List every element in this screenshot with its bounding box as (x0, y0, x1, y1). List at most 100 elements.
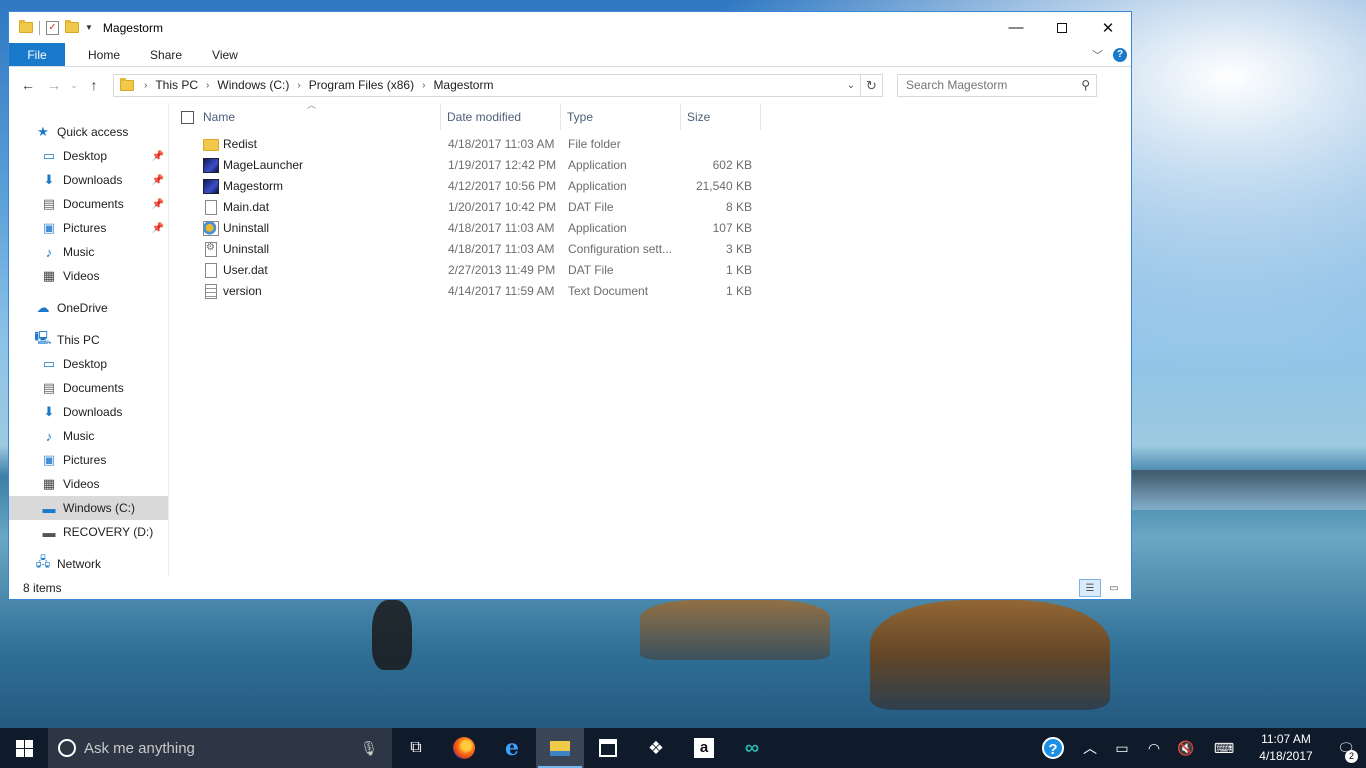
minimize-button[interactable]: — (993, 12, 1039, 43)
file-row[interactable]: User.dat 2/27/2013 11:49 PM DAT File 1 K… (169, 260, 1131, 281)
address-row: ← → ⌄ ↑ › This PC › Windows (C:) › Progr… (9, 67, 1131, 103)
taskbar-firefox[interactable] (440, 728, 488, 768)
select-all-checkbox[interactable] (181, 111, 194, 124)
pin-icon[interactable]: 📌 (152, 199, 164, 210)
title-bar[interactable]: ✓ ▼ Magestorm — ✕ (9, 12, 1131, 43)
nav-quick-access[interactable]: ★ Quick access (9, 120, 168, 144)
pin-icon[interactable]: 📌 (152, 223, 164, 234)
recent-locations-button[interactable]: ⌄ (67, 80, 81, 91)
pin-icon[interactable]: 📌 (152, 151, 164, 162)
firefox-icon (453, 737, 475, 759)
nav-quick-music[interactable]: ♪ Music (9, 240, 168, 264)
forward-button[interactable]: → (41, 77, 67, 93)
nav-quick-documents[interactable]: ▤ Documents 📌 (9, 192, 168, 216)
file-row[interactable]: Uninstall 4/18/2017 11:03 AM Application… (169, 218, 1131, 239)
breadcrumb-separator[interactable]: › (297, 80, 300, 91)
tab-view[interactable]: View (197, 43, 253, 66)
search-icon[interactable]: ⚲ (1081, 78, 1090, 92)
nav-network[interactable]: 🖧 Network (9, 552, 168, 576)
volume-muted-icon[interactable]: 🔇 (1170, 740, 1202, 757)
task-view-button[interactable]: ⧉ (392, 728, 440, 768)
nav-pc-desktop[interactable]: ▭ Desktop (9, 352, 168, 376)
tab-home[interactable]: Home (73, 43, 135, 66)
breadcrumb-separator[interactable]: › (144, 80, 147, 91)
pin-icon[interactable]: 📌 (152, 175, 164, 186)
clock[interactable]: 11:07 AM 4/18/2017 (1246, 731, 1326, 765)
file-row[interactable]: Uninstall 4/18/2017 11:03 AM Configurati… (169, 239, 1131, 260)
show-hidden-icons-icon[interactable]: ︿ (1074, 738, 1106, 758)
breadcrumb-program-files[interactable]: Program Files (x86) (309, 78, 414, 92)
up-button[interactable]: ↑ (81, 77, 107, 93)
column-size[interactable]: Size (681, 104, 761, 130)
refresh-icon[interactable]: ↻ (860, 74, 882, 96)
wallpaper-figure (372, 600, 412, 670)
nav-pc-downloads[interactable]: ⬇ Downloads (9, 400, 168, 424)
tab-file[interactable]: File (9, 43, 65, 66)
microphone-icon[interactable]: 🎙 (360, 740, 378, 757)
nav-onedrive[interactable]: ☁ OneDrive (9, 296, 168, 320)
text-document-icon (205, 284, 217, 299)
start-button[interactable] (0, 728, 48, 768)
help-icon[interactable]: ? (1113, 48, 1127, 62)
nav-this-pc[interactable]: 🖳 This PC (9, 328, 168, 352)
nav-pc-windows-c[interactable]: ▬ Windows (C:) (9, 496, 168, 520)
file-row[interactable]: version 4/14/2017 11:59 AM Text Document… (169, 281, 1131, 302)
file-name: version (223, 284, 262, 298)
taskbar-file-explorer[interactable] (536, 728, 584, 768)
taskbar-arduino[interactable]: ∞ (728, 728, 776, 768)
maximize-button[interactable] (1039, 12, 1085, 43)
back-button[interactable]: ← (15, 77, 41, 93)
tab-share[interactable]: Share (135, 43, 197, 66)
taskbar-edge[interactable]: e (488, 728, 536, 768)
nav-pc-documents[interactable]: ▤ Documents (9, 376, 168, 400)
file-row[interactable]: Main.dat 1/20/2017 10:42 PM DAT File 8 K… (169, 197, 1131, 218)
nav-quick-desktop[interactable]: ▭ Desktop 📌 (9, 144, 168, 168)
address-bar[interactable]: › This PC › Windows (C:) › Program Files… (113, 73, 883, 97)
battery-icon[interactable]: ▭ (1106, 740, 1138, 757)
file-size: 1 KB (725, 284, 752, 298)
breadcrumb-this-pc[interactable]: This PC (155, 78, 198, 92)
file-size: 107 KB (712, 221, 752, 235)
file-explorer-window: ✓ ▼ Magestorm — ✕ File Home Share View ﹀… (8, 11, 1132, 600)
new-folder-icon[interactable] (65, 20, 79, 33)
breadcrumb-separator[interactable]: › (206, 80, 209, 91)
file-row[interactable]: Redist 4/18/2017 11:03 AM File folder (169, 134, 1131, 155)
breadcrumb-windows-c[interactable]: Windows (C:) (217, 78, 289, 92)
nav-pc-music[interactable]: ♪ Music (9, 424, 168, 448)
close-button[interactable]: ✕ (1085, 12, 1131, 43)
clock-time: 11:07 AM (1261, 732, 1311, 746)
nav-quick-pictures[interactable]: ▣ Pictures 📌 (9, 216, 168, 240)
expand-ribbon-icon[interactable]: ﹀ (1092, 47, 1103, 63)
column-date-modified[interactable]: Date modified (441, 104, 561, 130)
column-name[interactable]: Name (197, 104, 441, 130)
taskbar-dropbox[interactable]: ❖ (632, 728, 680, 768)
properties-icon[interactable]: ✓ (46, 20, 59, 35)
help-icon[interactable]: ? (1042, 737, 1064, 759)
address-dropdown-icon[interactable]: ⌄ (842, 80, 860, 91)
details-view-icon[interactable]: ☰ (1079, 579, 1101, 597)
taskbar-amazon[interactable]: a (680, 728, 728, 768)
nav-quick-downloads[interactable]: ⬇ Downloads 📌 (9, 168, 168, 192)
customize-toolbar-icon[interactable]: ▼ (85, 23, 93, 32)
window-controls: — ✕ (993, 12, 1131, 43)
column-type[interactable]: Type (561, 104, 681, 130)
search-input[interactable] (906, 78, 1082, 92)
file-row[interactable]: Magestorm 4/12/2017 10:56 PM Application… (169, 176, 1131, 197)
breadcrumb-separator[interactable]: › (422, 80, 425, 91)
search-box[interactable]: ⚲ (897, 73, 1097, 97)
keyboard-icon[interactable]: ⌨ (1202, 740, 1246, 757)
breadcrumb-magestorm[interactable]: Magestorm (433, 78, 493, 92)
file-size: 8 KB (725, 200, 752, 214)
file-row[interactable]: MageLauncher 1/19/2017 12:42 PM Applicat… (169, 155, 1131, 176)
taskbar: Ask me anything 🎙 ⧉ e ❖ a ∞ ? ︿ ▭ ◠ 🔇 ⌨ … (0, 728, 1366, 768)
action-center-button[interactable]: 🗨 2 (1326, 740, 1366, 763)
nav-pc-pictures[interactable]: ▣ Pictures (9, 448, 168, 472)
nav-quick-videos[interactable]: ▦ Videos (9, 264, 168, 288)
nav-pc-videos[interactable]: ▦ Videos (9, 472, 168, 496)
wifi-icon[interactable]: ◠ (1138, 740, 1170, 757)
large-icons-view-icon[interactable]: ▭ (1103, 579, 1125, 597)
computer-icon: 🖳 (34, 330, 52, 345)
cortana-search-box[interactable]: Ask me anything 🎙 (48, 728, 392, 768)
nav-pc-recovery-d[interactable]: ▬ RECOVERY (D:) (9, 520, 168, 544)
taskbar-store[interactable] (584, 728, 632, 768)
